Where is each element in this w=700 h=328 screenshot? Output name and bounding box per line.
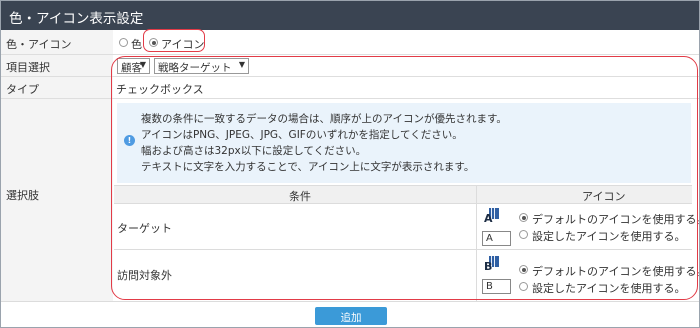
label-cell-color-icon: 色・アイコン [1, 30, 113, 55]
label-choices: 選択肢 [6, 189, 39, 202]
label-cell-choices: 選択肢 [1, 99, 113, 301]
row-divider [113, 54, 699, 55]
row-divider [1, 301, 699, 302]
add-button[interactable]: 追加 [315, 307, 387, 325]
label-cell-type: タイプ [1, 77, 113, 99]
add-button-label: 追加 [340, 312, 362, 324]
settings-dialog: 色・アイコン表示設定 色・アイコン 項目選択 タイプ 選択肢 色 アイコン 顧客… [0, 0, 700, 328]
label-item-selection: 項目選択 [6, 61, 50, 74]
title-bar: 色・アイコン表示設定 [1, 1, 699, 30]
window-title: 色・アイコン表示設定 [9, 11, 144, 27]
radio-color-label[interactable]: 色 [131, 36, 142, 52]
highlight-box-icon-option [143, 29, 205, 52]
label-type: タイプ [6, 83, 39, 96]
highlight-box-settings [111, 56, 698, 300]
label-cell-item-selection: 項目選択 [1, 55, 113, 77]
radio-color[interactable] [119, 38, 128, 47]
label-color-icon: 色・アイコン [6, 38, 72, 51]
